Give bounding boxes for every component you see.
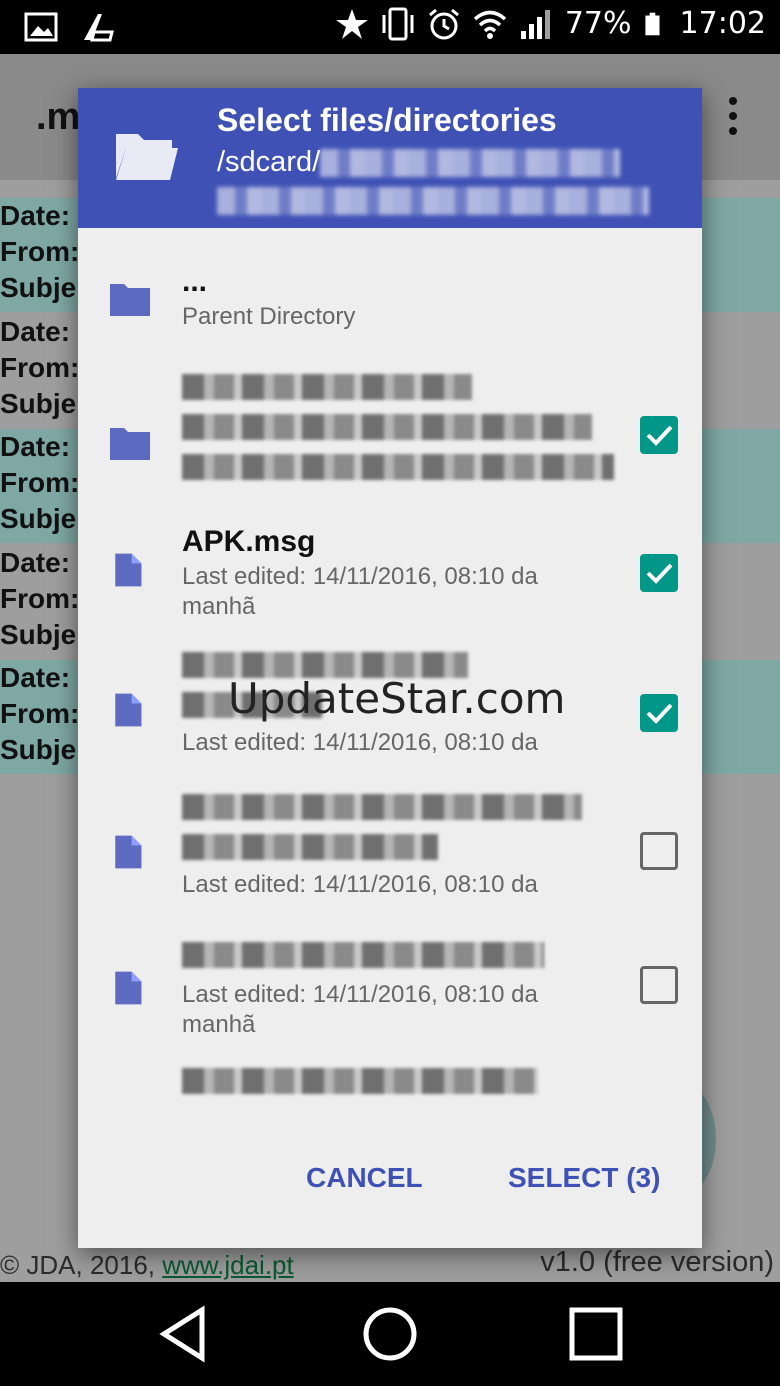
- overflow-menu-icon[interactable]: [728, 96, 738, 136]
- file-modified: Last edited: 14/11/2016, 08:10 da manhã: [182, 563, 538, 620]
- autodesk-icon: [84, 14, 114, 42]
- redacted-filename: [182, 794, 582, 820]
- folder-open-icon: [116, 134, 178, 180]
- battery-icon: [644, 12, 660, 35]
- parent-dir-label: Parent Directory: [182, 303, 356, 330]
- clock: 17:02: [679, 6, 766, 41]
- signal-icon: [520, 9, 550, 39]
- star-icon: [335, 8, 368, 39]
- current-path: /sdcard/: [217, 146, 702, 215]
- file-name: APK.msg: [182, 525, 316, 558]
- redacted-path: [320, 149, 621, 178]
- redacted-path: [217, 187, 649, 215]
- redacted-filename: [182, 414, 592, 440]
- redacted-filename: [182, 942, 544, 968]
- file-icon: [115, 693, 142, 727]
- recents-icon[interactable]: [566, 1304, 626, 1364]
- file-icon: [115, 835, 142, 869]
- file-icon: [115, 553, 142, 587]
- battery-percent: 77%: [564, 6, 632, 41]
- navigation-bar: [0, 1282, 780, 1386]
- dialog-header: Select files/directories /sdcard/: [78, 88, 702, 228]
- select-files-dialog: Select files/directories /sdcard/ ... Pa…: [78, 88, 702, 1248]
- file-list[interactable]: ... Parent Directory APK.msg Last edited…: [78, 228, 702, 1108]
- parent-dir-dots: ...: [182, 265, 208, 298]
- redacted-filename: [182, 1068, 538, 1094]
- redacted-filename: [182, 454, 614, 480]
- list-item[interactable]: APK.msg Last edited: 14/11/2016, 08:10 d…: [78, 522, 702, 632]
- cancel-button[interactable]: CANCEL: [306, 1162, 423, 1194]
- list-item[interactable]: [78, 374, 702, 504]
- checkbox-checked[interactable]: [640, 416, 678, 454]
- watermark: UpdateStar.com: [228, 674, 566, 723]
- copyright-footer: © JDA, 2016, www.jdai.pt: [0, 1250, 294, 1280]
- dialog-actions: CANCEL SELECT (3): [78, 1148, 702, 1228]
- list-item[interactable]: Last edited: 14/11/2016, 08:10 da manhã: [78, 942, 702, 1052]
- list-item[interactable]: Last edited: 14/11/2016, 08:10 da manhã: [78, 794, 702, 918]
- checkbox-checked[interactable]: [640, 694, 678, 732]
- app-title: .m: [36, 96, 81, 138]
- wifi-icon: [473, 10, 506, 39]
- checkbox-unchecked[interactable]: [640, 832, 678, 870]
- image-icon: [24, 12, 58, 42]
- redacted-filename: [182, 374, 472, 400]
- website-link[interactable]: www.jdai.pt: [162, 1250, 294, 1280]
- dialog-title: Select files/directories: [217, 102, 557, 138]
- file-modified: Last edited: 14/11/2016, 08:10 da manhã: [182, 981, 538, 1038]
- home-icon[interactable]: [360, 1304, 420, 1364]
- parent-directory-row[interactable]: ... Parent Directory: [78, 262, 702, 372]
- version-label: v1.0 (free version): [540, 1246, 774, 1278]
- status-bar: 77% 17:02: [0, 0, 780, 54]
- alarm-icon: [428, 8, 459, 39]
- checkbox-checked[interactable]: [640, 554, 678, 592]
- redacted-filename: [182, 834, 438, 860]
- folder-icon: [110, 428, 150, 460]
- file-icon: [115, 971, 142, 1005]
- checkbox-unchecked[interactable]: [640, 966, 678, 1004]
- vibrate-icon: [382, 7, 414, 40]
- file-modified: Last edited: 14/11/2016, 08:10 da manhã: [182, 871, 538, 898]
- folder-icon: [110, 284, 150, 316]
- list-item[interactable]: [78, 1068, 702, 1108]
- file-modified: Last edited: 14/11/2016, 08:10 da manhã: [182, 729, 538, 756]
- select-button[interactable]: SELECT (3): [508, 1162, 660, 1194]
- back-icon[interactable]: [154, 1304, 214, 1364]
